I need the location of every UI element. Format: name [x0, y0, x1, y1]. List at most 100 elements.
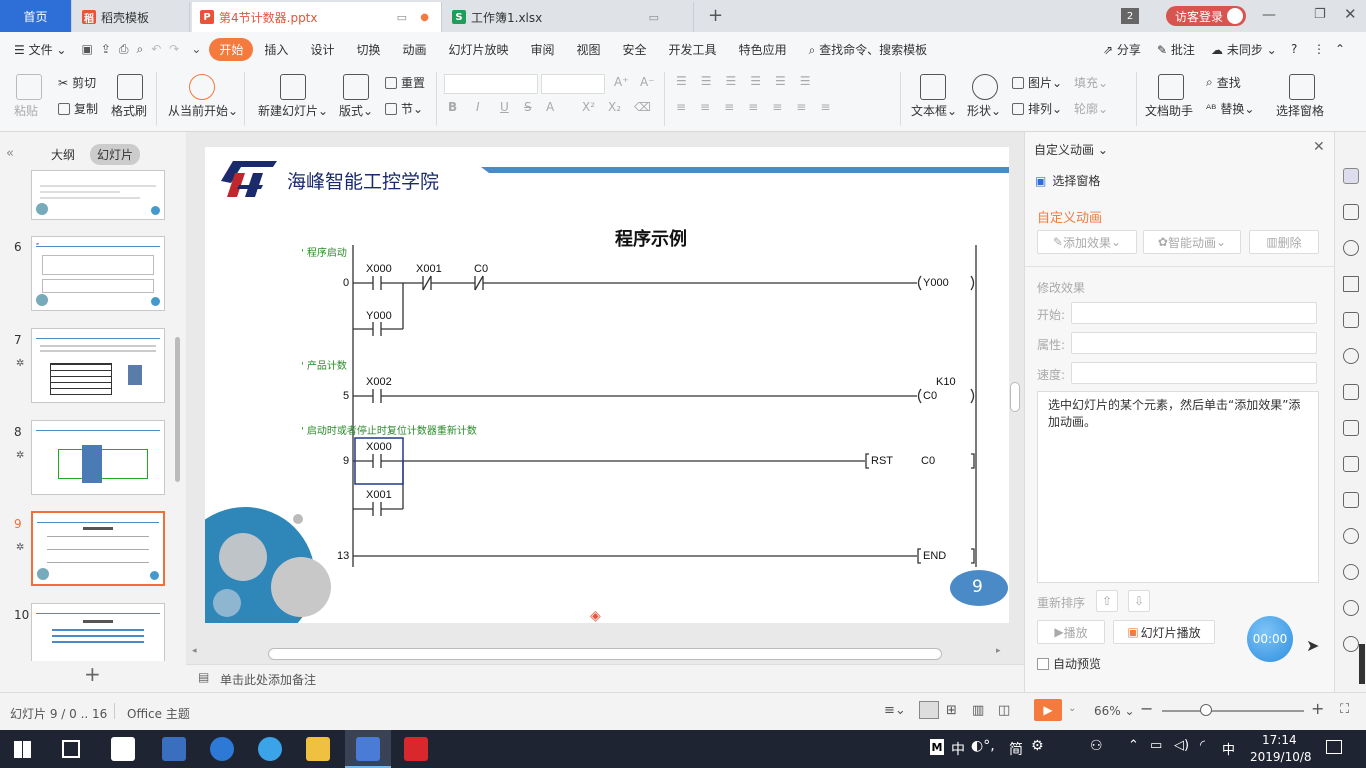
ime-punctuation-icon[interactable]: ◐°,	[971, 738, 995, 754]
sync-button[interactable]: ☁ 未同步 ⌄	[1200, 41, 1288, 58]
close-pane-icon[interactable]: ✕	[1313, 139, 1325, 155]
scroll-left-arrow[interactable]: ◂	[192, 646, 197, 656]
ie-browser-icon[interactable]	[258, 737, 282, 761]
tab-home[interactable]: 首页	[0, 0, 72, 32]
command-search[interactable]: ⌕ 查找命令、搜索模板	[798, 41, 939, 58]
scroll-right-arrow[interactable]: ▸	[996, 646, 1001, 656]
thumbnail-scrollbar[interactable]	[175, 337, 180, 482]
arrange-button[interactable]: 排列 ⌄	[1012, 100, 1062, 117]
window-icon[interactable]: ▭	[397, 11, 407, 24]
slide-sorter-icon[interactable]: ⊞	[946, 703, 957, 718]
help-icon[interactable]	[1343, 636, 1359, 652]
clock-date[interactable]: 2019/10/8	[1250, 750, 1312, 764]
guest-login-button[interactable]: 访客登录	[1166, 6, 1246, 26]
window-count-badge[interactable]: 2	[1121, 8, 1139, 24]
slide-page[interactable]: 海峰智能工控学院 程序示例 ' 程序启动 ' 产品计数 ' 启动时或者停止时复位…	[205, 147, 1009, 623]
font-family-select[interactable]	[444, 74, 538, 94]
clear-format-icon[interactable]: ⌫	[634, 100, 651, 114]
play-button[interactable]: ▶ 播放	[1037, 620, 1105, 644]
notes-toggle-icon[interactable]: ≡⌄	[884, 703, 906, 718]
move-up-icon[interactable]: ⇧	[1096, 590, 1118, 612]
normal-view-icon[interactable]	[919, 701, 939, 719]
collapse-ribbon-icon[interactable]: ⌃	[1324, 42, 1356, 56]
collapse-panel-icon[interactable]: «	[6, 146, 14, 161]
menu-tab-animation[interactable]: 动画	[391, 41, 437, 58]
select-pane-button[interactable]: 选择窗格	[1276, 102, 1324, 119]
reading-view-icon[interactable]: ▥	[972, 703, 984, 718]
slide-thumbnail-7[interactable]	[31, 328, 165, 403]
paste-button[interactable]: 粘贴	[14, 102, 38, 119]
customize-chevron-icon[interactable]: ⌄	[183, 42, 209, 56]
zoom-slider-track[interactable]	[1162, 710, 1304, 712]
underline-icon[interactable]: U	[500, 100, 509, 114]
slide-thumbnail-9-selected[interactable]	[31, 511, 165, 586]
smart-animation-button[interactable]: ✿ 智能动画 ⌄	[1143, 230, 1241, 254]
slideshow-panel-icon[interactable]	[1343, 384, 1359, 400]
share-panel-icon[interactable]	[1343, 420, 1359, 436]
zoom-level[interactable]: 66% ⌄	[1094, 704, 1135, 718]
font-size-select[interactable]	[541, 74, 605, 94]
shapes-icon[interactable]	[1343, 240, 1359, 256]
section-button[interactable]: 节 ⌄	[385, 100, 423, 117]
clock-time[interactable]: 17:14	[1262, 733, 1297, 747]
layout-button[interactable]: 版式 ⌄	[339, 102, 373, 119]
brush-icon[interactable]	[1343, 276, 1359, 292]
tray-expand-icon[interactable]: ⌃	[1128, 738, 1139, 753]
calculator-icon[interactable]	[111, 737, 135, 761]
menu-tab-security[interactable]: 安全	[612, 41, 658, 58]
side-scrollbar[interactable]	[1359, 644, 1365, 684]
audio-icon[interactable]	[1343, 528, 1359, 544]
font-color-icon[interactable]: A	[546, 100, 554, 114]
floating-helper-icon[interactable]: ◈	[590, 608, 601, 623]
windows-start-icon[interactable]	[14, 741, 31, 758]
menu-tab-view[interactable]: 视图	[566, 41, 612, 58]
textbox-button[interactable]: 文本框 ⌄	[911, 102, 957, 119]
zoom-in-icon[interactable]: +	[1311, 699, 1324, 718]
task-view-icon[interactable]	[62, 740, 80, 758]
menu-tab-developer[interactable]: 开发工具	[658, 41, 728, 58]
image-icon[interactable]	[1343, 492, 1359, 508]
new-tab-plus-icon[interactable]: +	[708, 5, 723, 26]
add-slide-plus-icon[interactable]: +	[84, 662, 101, 686]
network-icon[interactable]: ◜	[1200, 738, 1205, 753]
menu-tab-slideshow[interactable]: 幻灯片放映	[437, 41, 519, 58]
computer-icon[interactable]	[162, 737, 186, 761]
menu-tab-insert[interactable]: 插入	[253, 41, 299, 58]
layout-grid-icon[interactable]	[1343, 312, 1359, 328]
input-language[interactable]: 中	[1222, 739, 1235, 758]
speed-select[interactable]	[1071, 362, 1317, 384]
slideshow-button[interactable]: ▣ 幻灯片播放	[1113, 620, 1215, 644]
file-menu[interactable]: ☰ 文件 ⌄	[0, 41, 77, 58]
undo-icon[interactable]: ↶	[147, 42, 165, 56]
zoom-out-icon[interactable]: −	[1140, 699, 1153, 718]
new-slide-button[interactable]: 新建幻灯片 ⌄	[258, 102, 328, 119]
shrink-font-icon[interactable]: A⁻	[640, 75, 655, 89]
shape-button[interactable]: 形状 ⌄	[967, 102, 1001, 119]
notes-page-icon[interactable]: ◫	[998, 703, 1010, 718]
edge-browser-icon[interactable]	[210, 737, 234, 761]
close-icon[interactable]: ✕	[1344, 5, 1357, 23]
select-pane-link[interactable]: ▣ 选择窗格	[1035, 172, 1100, 189]
slide-thumbnail-10[interactable]	[31, 603, 165, 661]
print-icon[interactable]: ⎙	[115, 42, 133, 57]
pane-title[interactable]: 自定义动画 ⌄	[1034, 141, 1108, 158]
presentation-app-icon[interactable]	[404, 737, 428, 761]
battery-icon[interactable]: ▭	[1150, 738, 1162, 753]
replace-button[interactable]: ᴬᴮ 替换 ⌄	[1206, 100, 1254, 117]
slide-thumbnail-6[interactable]: ▰	[31, 236, 165, 311]
copy-panel-icon[interactable]	[1343, 204, 1359, 220]
fill-button[interactable]: 填充 ⌄	[1074, 74, 1108, 91]
tab-docer-templates[interactable]: 稻 稻壳模板	[74, 2, 190, 32]
move-down-icon[interactable]: ⇩	[1128, 590, 1150, 612]
tab-xlsx-document[interactable]: S 工作簿1.xlsx ▭	[444, 2, 694, 32]
backup-icon[interactable]	[1343, 600, 1359, 616]
minimize-icon[interactable]: —	[1262, 7, 1276, 23]
format-brush-button[interactable]: 格式刷	[111, 102, 147, 119]
animation-star-icon[interactable]	[1343, 168, 1359, 184]
tab-outline[interactable]: 大纲	[51, 146, 75, 163]
file-explorer-icon[interactable]	[306, 737, 330, 761]
paragraph-align-icons[interactable]: ≡≡≡≡≡≡≡	[676, 100, 844, 114]
ime-settings-icon[interactable]: ⚙	[1031, 738, 1044, 754]
menu-tab-design[interactable]: 设计	[299, 41, 345, 58]
from-current-button[interactable]: 从当前开始 ⌄	[168, 102, 238, 119]
